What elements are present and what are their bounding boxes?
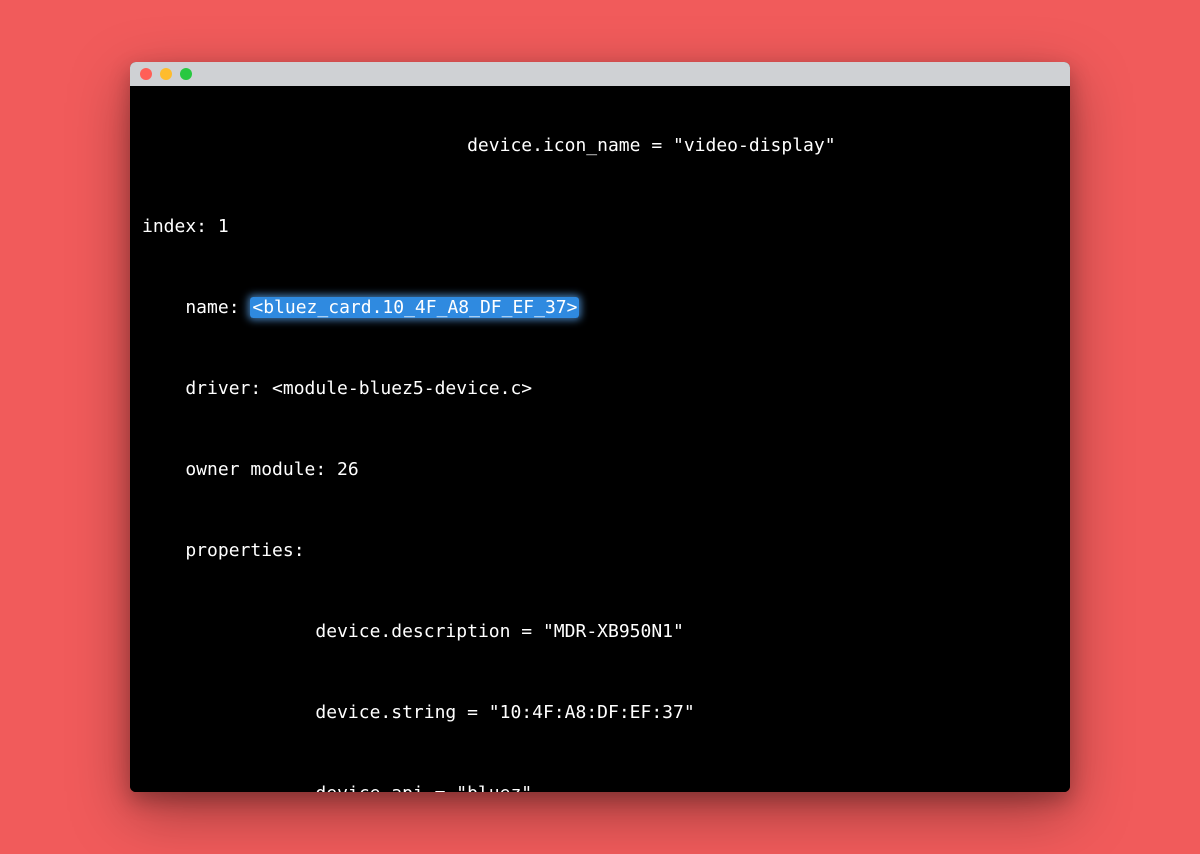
terminal-line: device.api = "bluez" [142,780,1070,792]
terminal-line-properties-label: properties: [142,537,1070,564]
terminal-line: device.icon_name = "video-display" [142,132,1070,159]
close-icon[interactable] [140,68,152,80]
highlighted-name-value[interactable]: <bluez_card.10_4F_A8_DF_EF_37> [250,297,579,318]
minimize-icon[interactable] [160,68,172,80]
terminal-line-name: name: <bluez_card.10_4F_A8_DF_EF_37> [142,294,1070,321]
terminal-line-driver: driver: <module-bluez5-device.c> [142,375,1070,402]
maximize-icon[interactable] [180,68,192,80]
terminal-line-index: index: 1 [142,213,1070,240]
terminal-line-owner: owner module: 26 [142,456,1070,483]
window-titlebar[interactable] [130,62,1070,86]
name-label: name: [185,297,250,318]
terminal-line: device.string = "10:4F:A8:DF:EF:37" [142,699,1070,726]
terminal-window: device.icon_name = "video-display" index… [130,62,1070,792]
terminal-content[interactable]: device.icon_name = "video-display" index… [130,86,1070,792]
terminal-line: device.description = "MDR-XB950N1" [142,618,1070,645]
